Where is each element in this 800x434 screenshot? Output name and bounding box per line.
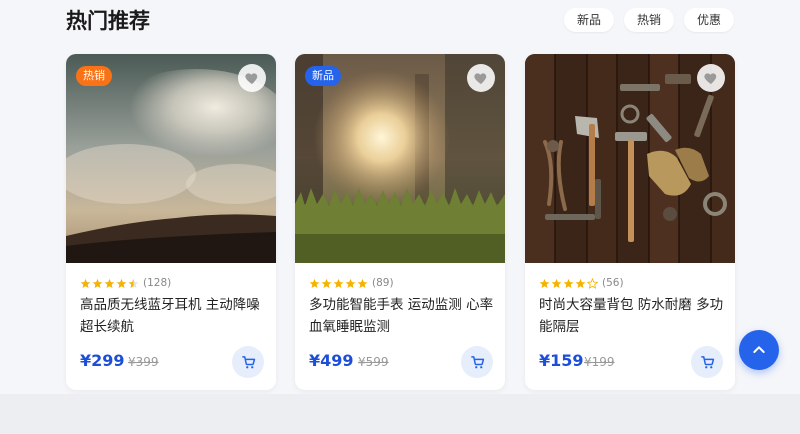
star-icon [116, 278, 127, 288]
filter-tabs: 新品 热销 优惠 [563, 8, 734, 32]
star-icon [104, 278, 115, 288]
price: ¥299 [80, 351, 125, 370]
heart-icon [704, 73, 717, 84]
page-footer-area [0, 394, 800, 434]
cart-icon [700, 355, 714, 368]
star-icon [575, 278, 586, 288]
cart-icon [241, 355, 255, 368]
filter-sale[interactable]: 优惠 [683, 8, 734, 32]
rating-stars [80, 278, 139, 289]
star-icon [321, 278, 332, 288]
review-count: (128) [143, 277, 172, 289]
rating-stars [309, 278, 368, 289]
product-card[interactable]: (56) 时尚大容量背包 防水耐磨 多功能隔层 ¥159 ¥199 [525, 54, 735, 390]
filter-hot[interactable]: 热销 [623, 8, 674, 32]
favorite-button[interactable] [467, 64, 495, 92]
favorite-button[interactable] [238, 64, 266, 92]
review-count: (89) [372, 277, 394, 289]
favorite-button[interactable] [697, 64, 725, 92]
star-half-icon [128, 278, 139, 288]
star-icon [333, 278, 344, 288]
product-card[interactable]: 新品 (89) 多功能智能手表 运动监测 心率血氧睡眠监测 ¥499 ¥599 [295, 54, 505, 390]
star-icon [539, 278, 550, 288]
add-to-cart-button[interactable] [691, 346, 723, 378]
star-icon [345, 278, 356, 288]
price: ¥159 [539, 351, 584, 370]
original-price: ¥599 [358, 355, 389, 369]
star-icon [551, 278, 562, 288]
original-price: ¥399 [128, 355, 159, 369]
back-to-top-button[interactable] [739, 330, 779, 370]
heart-icon [474, 73, 487, 84]
section-title: 热门推荐 [66, 9, 150, 33]
star-icon [80, 278, 91, 288]
product-name[interactable]: 高品质无线蓝牙耳机 主动降噪超长续航 [80, 294, 266, 338]
star-icon [309, 278, 320, 288]
product-name[interactable]: 时尚大容量背包 防水耐磨 多功能隔层 [539, 294, 725, 338]
product-name[interactable]: 多功能智能手表 运动监测 心率血氧睡眠监测 [309, 294, 495, 338]
heart-icon [245, 73, 258, 84]
rating: (56) [539, 276, 624, 290]
cart-icon [470, 355, 484, 368]
product-image[interactable]: 热销 [66, 54, 276, 263]
rating-stars [539, 277, 598, 289]
price: ¥499 [309, 351, 354, 370]
original-price: ¥199 [584, 355, 615, 369]
product-card[interactable]: 热销 (128) 高品质无线蓝牙耳机 主动降噪超长续航 ¥299 ¥399 [66, 54, 276, 390]
filter-new[interactable]: 新品 [563, 8, 614, 32]
star-icon [563, 278, 574, 288]
star-icon [357, 278, 368, 288]
recommend-section: 热门推荐 新品 热销 优惠 热销 (128) 高品质无线蓝牙耳机 主动降噪超长续… [0, 0, 800, 394]
product-image[interactable]: 新品 [295, 54, 505, 263]
badge-new: 新品 [305, 66, 341, 86]
add-to-cart-button[interactable] [461, 346, 493, 378]
star-icon [92, 278, 103, 288]
star-empty-icon [587, 277, 598, 289]
product-image[interactable] [525, 54, 735, 263]
add-to-cart-button[interactable] [232, 346, 264, 378]
rating: (89) [309, 276, 394, 290]
review-count: (56) [602, 277, 624, 289]
chevron-up-icon [753, 346, 765, 353]
badge-hot: 热销 [76, 66, 112, 86]
rating: (128) [80, 276, 171, 290]
